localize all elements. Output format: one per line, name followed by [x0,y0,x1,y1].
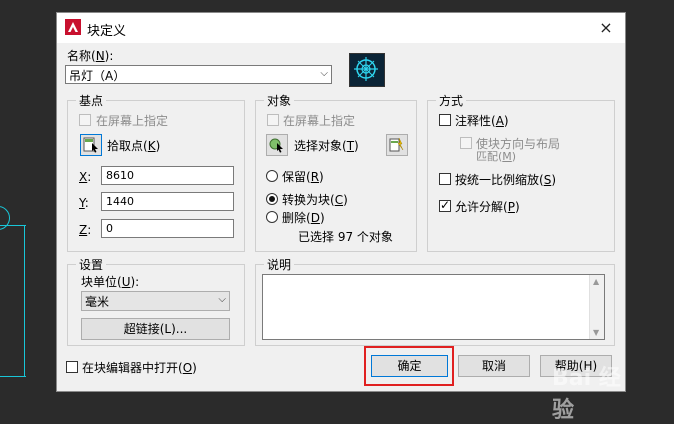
block-unit-value: 毫米 [85,295,110,309]
delete-radio[interactable] [266,211,278,223]
autocad-icon [65,19,81,35]
x-label: X: [79,170,92,184]
objects-specify-on-screen-label: 在屏幕上指定 [283,114,356,128]
match-orientation-label-line2: 匹配(M) [476,150,517,163]
convert-to-block-radio[interactable] [266,193,278,205]
scroll-up-icon: ▲ [593,277,600,286]
x-coordinate-input[interactable]: 8610 [101,166,234,185]
watermark: Bai 经验 [552,366,621,423]
x-value: 8610 [106,169,134,182]
select-objects-icon [269,138,283,153]
ok-button-highlight [364,346,454,386]
match-orientation-checkbox[interactable] [460,137,472,149]
block-preview-image [354,57,378,81]
pick-point-label: 拾取点(K) [107,139,161,153]
base-point-title: 基点 [76,92,107,109]
select-objects-button[interactable] [266,134,288,156]
quick-select-icon [389,137,404,152]
base-specify-on-screen-label: 在屏幕上指定 [96,114,169,128]
pick-point-icon [83,137,98,153]
block-unit-label: 块单位(U): [81,275,140,289]
name-value: 吊灯（A） [69,69,126,83]
chevron-down-icon: ⌵ [320,68,328,79]
base-specify-on-screen-checkbox[interactable] [79,114,91,126]
settings-title: 设置 [76,256,107,273]
retain-radio[interactable] [266,170,278,182]
scroll-down-icon: ▼ [593,328,600,337]
description-scrollbar[interactable]: ▲ ▼ [589,275,604,339]
hyperlink-button[interactable]: 超链接(L)... [81,318,230,340]
allow-exploding-label: 允许分解(P) [455,200,520,214]
quick-select-button[interactable] [386,134,408,156]
select-objects-label: 选择对象(T) [294,139,359,153]
retain-label: 保留(R) [282,170,324,184]
description-title: 说明 [264,256,295,273]
y-coordinate-input[interactable]: 1440 [101,192,234,211]
convert-to-block-label: 转换为块(C) [282,193,348,207]
title-bar: 块定义 × [57,13,625,43]
block-preview [349,53,385,87]
open-in-editor-label: 在块编辑器中打开(O) [82,361,197,375]
y-value: 1440 [106,195,134,208]
block-unit-select[interactable]: 毫米 ⌵ [81,291,230,311]
cad-line [0,225,26,226]
behavior-title: 方式 [436,92,467,109]
objects-specify-on-screen-checkbox[interactable] [267,114,279,126]
z-label: Z: [79,223,92,237]
cad-line [24,225,25,377]
annotative-checkbox[interactable] [439,114,451,126]
open-in-editor-checkbox[interactable] [66,361,78,373]
chevron-down-icon: ⌵ [218,294,226,305]
scale-uniformly-checkbox[interactable] [439,173,451,185]
description-textarea[interactable]: ▲ ▼ [262,274,605,340]
y-label: Y: [79,196,89,210]
dialog-title: 块定义 [87,24,127,39]
delete-label: 删除(D) [282,211,325,225]
block-definition-dialog: 块定义 × 名称(N): 吊灯（A） ⌵ 基点 在屏幕上指定 拾取点(K) X:… [56,12,626,423]
pick-point-button[interactable] [80,134,102,156]
cad-circle [0,206,10,230]
z-coordinate-input[interactable]: 0 [101,219,234,238]
z-value: 0 [106,222,113,235]
scale-uniformly-label: 按统一比例缩放(S) [455,173,556,187]
name-combobox[interactable]: 吊灯（A） ⌵ [65,65,332,84]
cad-line [0,376,26,377]
selected-count: 已选择 97 个对象 [298,230,393,244]
cancel-button[interactable]: 取消 [458,355,530,377]
objects-title: 对象 [264,92,295,109]
name-label: 名称(N): [67,49,114,63]
allow-exploding-checkbox[interactable] [439,198,451,212]
annotative-label: 注释性(A) [455,114,509,128]
close-button[interactable]: × [593,15,619,41]
